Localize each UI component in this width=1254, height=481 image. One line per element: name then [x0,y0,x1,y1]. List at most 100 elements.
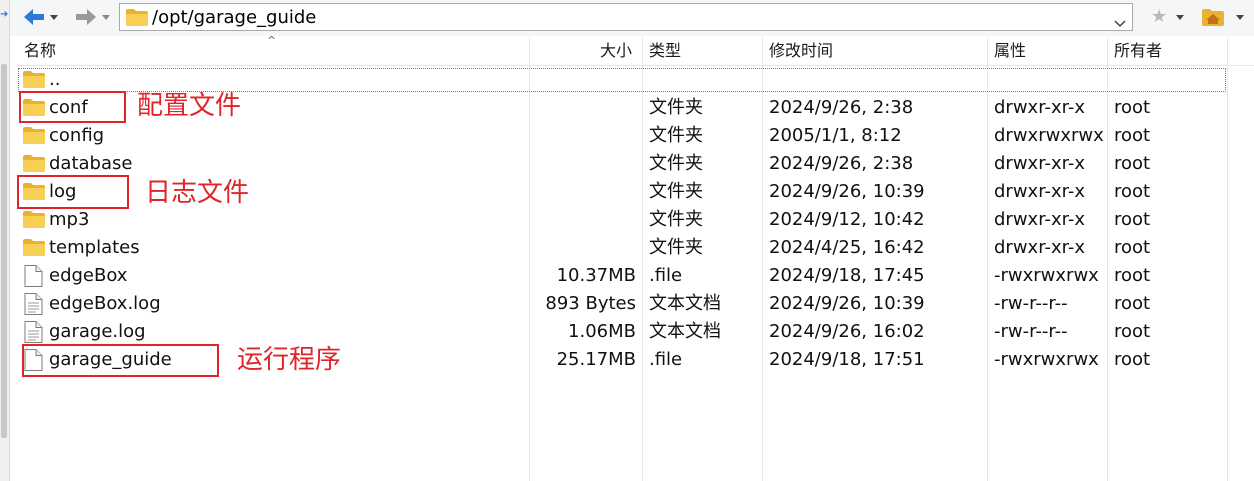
folder-icon [23,127,45,144]
bookmark-dropdown-icon[interactable] [1176,15,1184,20]
file-owner: root [1114,321,1151,342]
file-modified: 2024/9/26, 10:39 [769,293,925,314]
file-row[interactable]: config 文件夹 2005/1/1, 8:12 drwxrwxrwx root [18,122,1254,150]
file-modified: 2024/9/26, 2:38 [769,153,914,174]
file-row[interactable]: edgeBox.log 893 Bytes 文本文档 2024/9/26, 10:39… [18,290,1254,318]
column-modified[interactable]: 修改时间 [769,37,833,65]
file-size [530,234,636,262]
column-size[interactable]: 大小 [600,37,632,65]
file-attributes: drwxr-xr-x [994,153,1085,174]
folder-icon [23,155,45,172]
folder-icon [23,239,45,256]
back-arrow-icon [24,9,44,25]
back-dropdown-icon[interactable] [50,14,58,20]
file-owner: root [1114,209,1151,230]
file-row[interactable]: database 文件夹 2024/9/26, 2:38 drwxr-xr-x root [18,150,1254,178]
file-attributes: drwxr-xr-x [994,209,1085,230]
annotation-conf: 配置文件 [137,91,242,121]
column-header: ^ 名称 大小 类型 修改时间 属性 所有者 [18,34,1254,66]
forward-arrow-icon [76,9,96,25]
file-type: .file [649,349,683,370]
file-modified: 2024/9/12, 10:42 [769,209,925,230]
home-folder-icon [1202,9,1224,26]
file-type: 文件夹 [649,209,703,230]
file-name: garage.log [49,321,146,342]
file-modified: 2024/9/26, 16:02 [769,321,925,342]
scrollbar-thumb[interactable] [1,64,7,438]
file-row[interactable]: mp3 文件夹 2024/9/12, 10:42 drwxr-xr-x root [18,206,1254,234]
file-row[interactable]: garage.log 1.06MB 文本文档 2024/9/26, 16:02 -rw-… [18,318,1254,346]
column-attributes[interactable]: 属性 [994,37,1026,65]
home-folder-button[interactable] [1202,8,1224,30]
highlight-box-log [17,175,129,209]
file-size [530,150,636,178]
forward-dropdown-icon[interactable] [102,14,110,20]
file-name: mp3 [49,209,90,230]
file-modified: 2024/9/18, 17:45 [769,265,925,286]
address-path[interactable]: /opt/garage_guide [152,7,316,29]
column-name[interactable]: 名称 [24,37,56,65]
parent-directory-row[interactable]: .. [18,66,1254,94]
file-attributes: drwxrwxrwx [994,125,1104,146]
left-scrollbar[interactable]: ➜ [0,0,10,481]
file-owner: root [1114,125,1151,146]
file-modified: 2024/4/25, 16:42 [769,237,925,258]
file-type: 文件夹 [649,153,703,174]
file-attributes: drwxr-xr-x [994,237,1085,258]
file-attributes: drwxr-xr-x [994,181,1085,202]
file-type: 文件夹 [649,125,703,146]
file-size: 893 Bytes [545,293,636,314]
home-dropdown-icon[interactable] [1236,15,1244,20]
back-button[interactable] [22,5,58,29]
file-name: templates [49,237,140,258]
bookmark-star-icon[interactable]: ★ [1151,7,1167,27]
file-modified: 2005/1/1, 8:12 [769,125,902,146]
file-name: config [49,125,105,146]
file-attributes: -rw-r--r-- [994,293,1068,314]
folder-icon [23,71,45,88]
file-owner: root [1114,153,1151,174]
file-owner: root [1114,293,1151,314]
file-size [530,206,636,234]
text-file-icon [24,293,43,315]
highlight-box-conf [19,91,126,123]
file-type: .file [649,265,683,286]
annotation-log: 日志文件 [145,178,250,208]
file-owner: root [1114,265,1151,286]
file-attributes: -rwxrwxrwx [994,349,1099,370]
file-type: 文件夹 [649,237,703,258]
file-icon [24,265,43,287]
column-owner[interactable]: 所有者 [1114,37,1162,65]
file-name: database [49,153,133,174]
file-owner: root [1114,181,1151,202]
file-name: .. [49,69,61,90]
file-attributes: drwxr-xr-x [994,97,1085,118]
file-type: 文本文档 [649,293,721,314]
column-type[interactable]: 类型 [649,37,681,65]
annotation-program: 运行程序 [237,345,342,375]
file-type: 文件夹 [649,97,703,118]
file-size: 1.06MB [568,321,636,342]
arrow-icon: ➜ [0,9,9,20]
file-type: 文件夹 [649,181,703,202]
file-attributes: -rw-r--r-- [994,321,1068,342]
text-file-icon [24,321,43,343]
file-attributes: -rwxrwxrwx [994,265,1099,286]
file-type: 文本文档 [649,321,721,342]
folder-icon [23,211,45,228]
file-modified: 2024/9/26, 2:38 [769,97,914,118]
file-name: edgeBox [49,265,128,286]
forward-button[interactable] [74,5,110,29]
file-owner: root [1114,349,1151,370]
file-size: 25.17MB [556,349,636,370]
file-modified: 2024/9/18, 17:51 [769,349,925,370]
file-size [530,122,636,150]
file-owner: root [1114,237,1151,258]
address-bar[interactable]: /opt/garage_guide [119,3,1133,31]
file-size [530,178,636,206]
file-row[interactable]: edgeBox 10.37MB .file 2024/9/18, 17:45 -rwxr… [18,262,1254,290]
chevron-down-icon[interactable] [1114,13,1126,32]
file-size [530,94,636,122]
file-row[interactable]: templates 文件夹 2024/4/25, 16:42 drwxr-xr-x ro… [18,234,1254,262]
file-name: edgeBox.log [49,293,161,314]
